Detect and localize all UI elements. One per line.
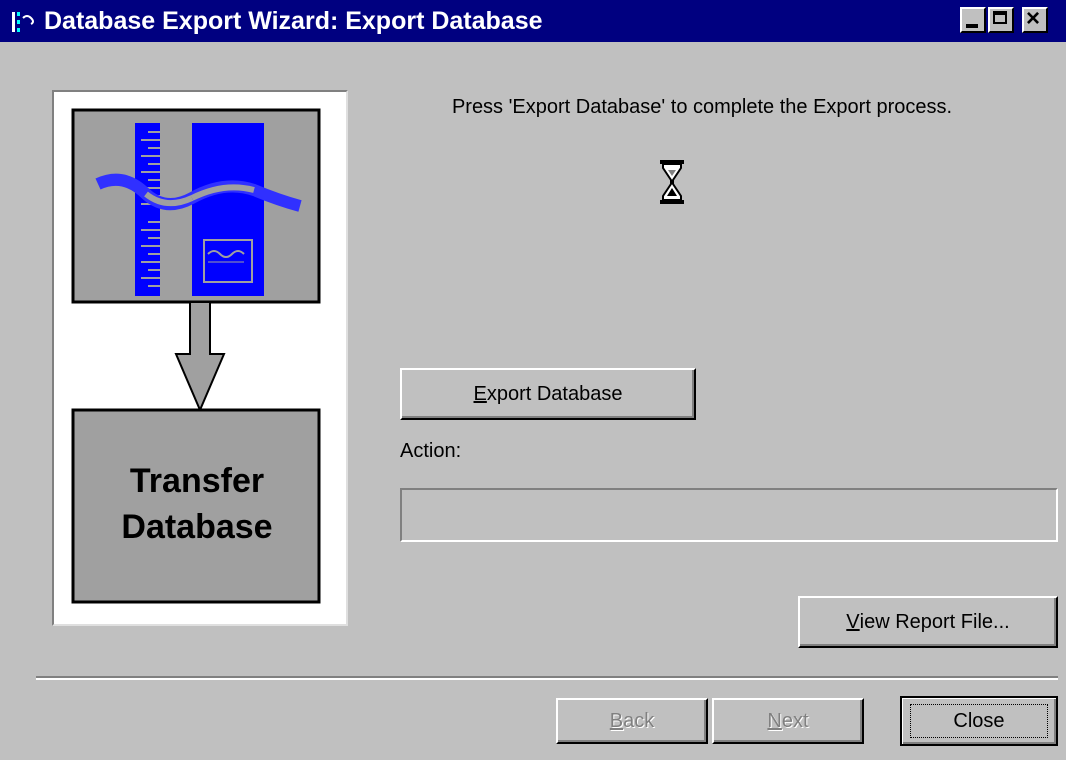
next-label: Next — [767, 710, 809, 732]
close-button[interactable]: Close — [900, 696, 1058, 746]
close-label: Close — [953, 710, 1005, 732]
close-icon: × — [1026, 5, 1041, 32]
hourglass-icon — [660, 160, 684, 204]
footer-separator — [36, 676, 1058, 680]
maximize-icon — [993, 11, 1007, 24]
view-report-file-button[interactable]: View Report File... — [798, 596, 1058, 648]
app-icon — [12, 12, 34, 32]
wizard-illustration: Transfer Database — [52, 90, 348, 626]
illustration-caption-line2: Database — [121, 508, 273, 546]
close-window-button[interactable]: × — [1022, 5, 1048, 33]
action-status-field — [400, 488, 1058, 542]
view-report-file-label: View Report File... — [846, 611, 1010, 633]
back-button[interactable]: Back — [556, 698, 708, 744]
back-label: Back — [609, 710, 655, 732]
export-database-button[interactable]: Export Database — [400, 368, 696, 420]
title-bar[interactable]: Database Export Wizard: Export Database … — [0, 0, 1066, 42]
minimize-button[interactable] — [960, 7, 986, 33]
window-title: Database Export Wizard: Export Database — [44, 7, 543, 35]
action-label: Action: — [400, 440, 462, 462]
minimize-icon — [966, 24, 978, 28]
instruction-text: Press 'Export Database' to complete the … — [451, 96, 953, 118]
maximize-button[interactable] — [988, 7, 1014, 33]
illustration-caption-line1: Transfer — [129, 462, 265, 500]
export-database-label: Export Database — [473, 383, 623, 405]
next-button[interactable]: Next — [712, 698, 864, 744]
